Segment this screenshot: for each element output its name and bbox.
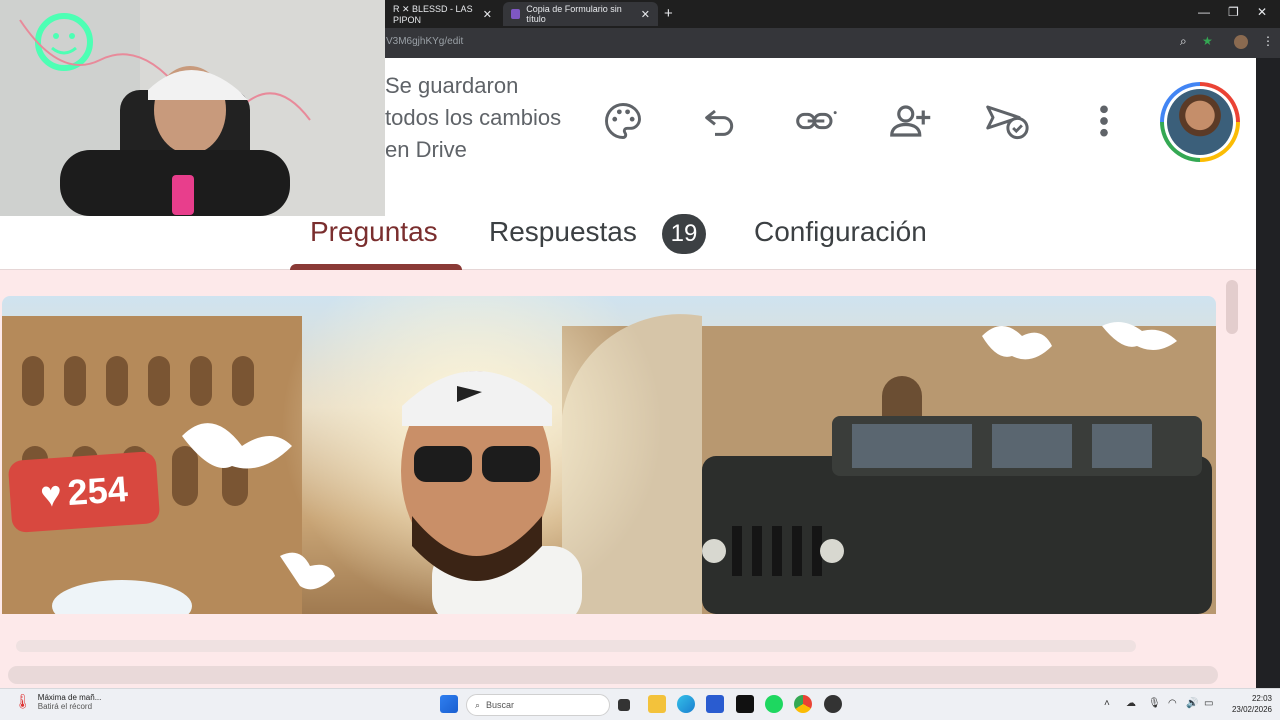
new-tab-icon[interactable]: + xyxy=(664,5,673,22)
tab-configuracion[interactable]: Configuración xyxy=(754,216,927,248)
zoom-icon[interactable]: ⌕ xyxy=(1180,34,1187,49)
more-vert-icon xyxy=(1100,105,1108,137)
battery-icon[interactable]: ▭ xyxy=(1204,698,1213,709)
close-window-icon[interactable]: ✕ xyxy=(1257,5,1267,19)
edge-icon[interactable] xyxy=(677,695,695,713)
system-clock[interactable]: 22:03 23/02/2026 xyxy=(1222,693,1272,715)
file-explorer-icon[interactable] xyxy=(648,695,666,713)
weather-subtitle: Batirá el récord xyxy=(37,702,93,711)
weather-title: Máxima de mañ... xyxy=(37,693,102,702)
more-options-button[interactable] xyxy=(1081,98,1127,144)
add-collaborators-button[interactable] xyxy=(888,98,934,144)
responses-count-badge: 19 xyxy=(662,214,706,254)
tab-preguntas[interactable]: Preguntas xyxy=(310,216,438,248)
undo-button[interactable] xyxy=(697,98,743,144)
send-check-icon xyxy=(986,105,1029,140)
webcam-overlay xyxy=(0,0,385,216)
clock-date: 23/02/2026 xyxy=(1231,705,1272,714)
webcam-feed xyxy=(0,0,311,216)
undo-icon xyxy=(705,109,734,136)
weather-widget[interactable]: 🌡 Máxima de mañ... Batirá el récord xyxy=(14,693,101,711)
clock-time: 22:03 xyxy=(1251,694,1272,703)
content-placeholder-bar xyxy=(16,640,1136,652)
publish-button[interactable] xyxy=(984,98,1030,144)
store-icon[interactable] xyxy=(706,695,724,713)
restore-icon[interactable]: ❐ xyxy=(1228,5,1239,19)
wifi-icon[interactable]: ◠ xyxy=(1168,698,1177,709)
avatar-photo xyxy=(1167,89,1233,155)
taskbar-search[interactable]: ⌕ Buscar xyxy=(466,694,610,716)
task-view-icon[interactable] xyxy=(618,699,630,711)
link-icon xyxy=(796,111,837,130)
start-windows-icon[interactable] xyxy=(440,695,458,713)
minimize-icon[interactable]: — xyxy=(1198,5,1210,19)
app-with-notification-icon[interactable] xyxy=(824,695,842,713)
url-field[interactable]: V3M6gjhKYg/edit xyxy=(386,36,463,47)
search-placeholder: Buscar xyxy=(486,700,515,710)
volume-icon[interactable]: 🔊 xyxy=(1186,698,1198,709)
thermometer-icon: 🌡 xyxy=(14,693,32,709)
chrome-icon[interactable] xyxy=(794,695,812,713)
yahoo-app-icon[interactable] xyxy=(736,695,754,713)
profile-avatar-icon[interactable] xyxy=(1234,35,1248,49)
heart-icon: ♥ xyxy=(38,472,64,516)
microphone-icon[interactable]: 🎙 xyxy=(1148,698,1161,709)
show-hidden-icons-icon[interactable]: ˄ xyxy=(1104,698,1110,709)
close-tab-icon[interactable]: ✕ xyxy=(641,8,650,21)
bookmark-star-icon[interactable]: ★ xyxy=(1202,34,1213,48)
like-count: 254 xyxy=(66,468,130,514)
cloud-sync-icon[interactable]: ☁ xyxy=(1126,698,1136,709)
like-counter-sticker: ♥ 254 xyxy=(7,450,161,534)
tab-title: Copia de Formulario sin título xyxy=(526,4,622,24)
search-icon: ⌕ xyxy=(475,699,481,710)
spotify-icon[interactable] xyxy=(765,695,783,713)
vertical-scrollbar-thumb[interactable] xyxy=(1226,280,1238,334)
form-header-image: ♥ 254 xyxy=(2,296,1216,614)
active-tab-indicator xyxy=(290,264,462,270)
screen: R ✕ BLESSD - LAS PIPON ✕ Copia de Formul… xyxy=(0,0,1280,720)
forms-favicon-icon xyxy=(511,9,521,19)
palette-icon xyxy=(605,103,641,139)
taskbar: 🌡 Máxima de mañ... Batirá el récord ⌕ Bu… xyxy=(0,688,1280,720)
tab-respuestas[interactable]: Respuestas xyxy=(489,216,637,248)
save-status: Se guardaron todos los cambios en Drive xyxy=(385,73,562,162)
tab-title: R ✕ BLESSD - LAS PIPON xyxy=(393,3,473,25)
browser-tab-blessd[interactable]: R ✕ BLESSD - LAS PIPON ✕ xyxy=(385,2,500,26)
account-avatar[interactable] xyxy=(1160,82,1240,162)
browser-menu-icon[interactable]: ⋮ xyxy=(1262,34,1274,48)
copy-link-button[interactable] xyxy=(793,98,839,144)
browser-tab-forms[interactable]: Copia de Formulario sin título ✕ xyxy=(503,2,658,26)
close-tab-icon[interactable]: ✕ xyxy=(483,8,492,21)
customize-theme-button[interactable] xyxy=(600,98,646,144)
horizontal-scrollbar[interactable] xyxy=(8,666,1218,684)
add-person-icon xyxy=(890,105,931,137)
banner-illustration xyxy=(2,296,1216,614)
